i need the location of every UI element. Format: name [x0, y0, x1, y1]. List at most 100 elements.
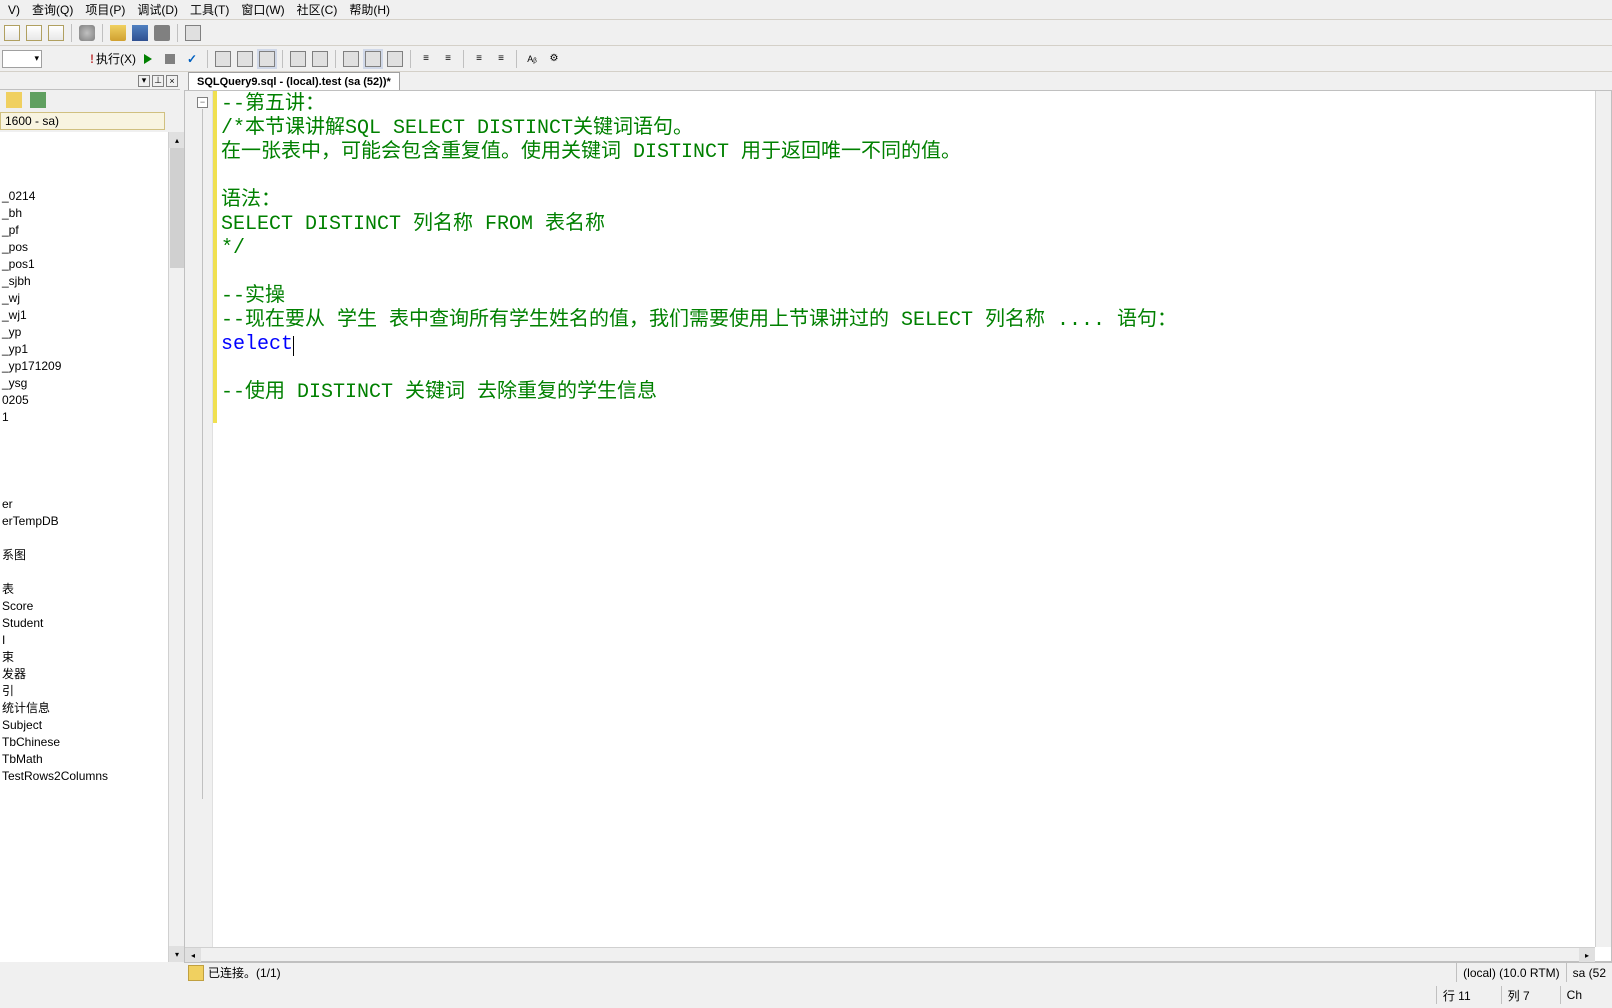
tb-btn-3[interactable] [257, 49, 277, 69]
tree-item[interactable]: Student [0, 615, 168, 632]
new-button-2[interactable] [24, 23, 44, 43]
tree-item[interactable]: _wj [0, 290, 168, 307]
tree-item[interactable]: _pf [0, 222, 168, 239]
save-button[interactable] [130, 23, 150, 43]
menu-item-community[interactable]: 社区(C) [291, 0, 344, 20]
database-icon [79, 25, 95, 41]
tree-item[interactable]: _pos [0, 239, 168, 256]
tree-item[interactable]: _yp [0, 324, 168, 341]
connect-button[interactable] [4, 90, 24, 110]
menu-item-project[interactable]: 项目(P) [79, 0, 131, 20]
separator [71, 24, 72, 42]
menu-item-window[interactable]: 窗口(W) [235, 0, 290, 20]
play-icon [144, 54, 152, 64]
tree-item[interactable]: TbChinese [0, 734, 168, 751]
tb-btn-4[interactable] [288, 49, 308, 69]
parse-button[interactable]: ✓ [182, 49, 202, 69]
menu-item-query[interactable]: 查询(Q) [26, 0, 79, 20]
dropdown-btn[interactable]: ▾ [138, 75, 150, 87]
font-button[interactable]: Aᵦ [522, 49, 542, 69]
tree-item[interactable]: Score [0, 598, 168, 615]
outline-toggle[interactable]: − [197, 97, 208, 108]
editor-h-scrollbar[interactable]: ◂ ▸ [185, 947, 1595, 961]
tree-item[interactable]: 1 [0, 409, 168, 426]
print-button[interactable] [152, 23, 172, 43]
menu-item-tools[interactable]: 工具(T) [184, 0, 235, 20]
code-editor[interactable]: − --第五讲： /*本节课讲解SQL SELECT DISTINCT关键词语句… [184, 90, 1612, 962]
menu-item-help[interactable]: 帮助(H) [343, 0, 396, 20]
tree-item[interactable]: _yp171209 [0, 358, 168, 375]
scroll-down-button[interactable]: ▾ [169, 946, 185, 962]
tree-item[interactable]: _ysg [0, 375, 168, 392]
scroll-thumb[interactable] [170, 148, 184, 268]
options-button[interactable]: ⚙ [544, 49, 564, 69]
database-combo[interactable]: ▾ [2, 50, 42, 68]
code-content[interactable]: --第五讲： /*本节课讲解SQL SELECT DISTINCT关键词语句。 … [221, 93, 1595, 947]
tree-item[interactable]: 系图 [0, 547, 168, 564]
tree-item[interactable]: 引 [0, 683, 168, 700]
menu-item-v[interactable]: V) [2, 1, 26, 19]
status-ch: Ch [1560, 986, 1612, 1004]
table-button[interactable] [183, 23, 203, 43]
indent-button[interactable]: ≡ [438, 49, 458, 69]
tree-item[interactable]: _0214 [0, 188, 168, 205]
scroll-right-button[interactable]: ▸ [1579, 948, 1595, 962]
new-query-button[interactable] [2, 23, 22, 43]
separator [282, 50, 283, 68]
check-icon: ✓ [187, 52, 197, 66]
tree-item[interactable]: 发器 [0, 666, 168, 683]
open-button[interactable] [108, 23, 128, 43]
tree-item[interactable]: 表 [0, 581, 168, 598]
refresh-button[interactable] [28, 90, 48, 110]
tree-item[interactable]: erTempDB [0, 513, 168, 530]
tree-scrollbar[interactable]: ▴ ▾ [168, 132, 184, 962]
scroll-up-button[interactable]: ▴ [169, 132, 185, 148]
new-icon [26, 25, 42, 41]
new-button-3[interactable] [46, 23, 66, 43]
tb-btn-5[interactable] [310, 49, 330, 69]
pin-btn[interactable]: ⊥ [152, 75, 164, 87]
tree-item[interactable]: 统计信息 [0, 700, 168, 717]
editor-tab[interactable]: SQLQuery9.sql - (local).test (sa (52))* [188, 72, 400, 90]
tb-btn-8[interactable] [385, 49, 405, 69]
uncomment-button[interactable]: ≡ [491, 49, 511, 69]
comment-icon: ≡ [476, 53, 482, 64]
tree-item[interactable]: _bh [0, 205, 168, 222]
connection-label: 1600 - sa) [0, 112, 165, 130]
tree-item[interactable]: _yp1 [0, 341, 168, 358]
tree-item[interactable]: 0205 [0, 392, 168, 409]
editor-v-scrollbar[interactable] [1595, 91, 1611, 947]
debug-run-button[interactable] [138, 49, 158, 69]
tree-item[interactable]: er [0, 496, 168, 513]
execute-label: 执行(X) [96, 50, 136, 67]
code-line: --第五讲： [221, 93, 325, 116]
tree-item[interactable]: TestRows2Columns [0, 768, 168, 785]
close-btn[interactable]: × [166, 75, 178, 87]
tree-item[interactable]: _sjbh [0, 273, 168, 290]
tree-item[interactable]: TbMath [0, 751, 168, 768]
execute-button[interactable]: ! 执行(X) [90, 50, 136, 67]
tb-btn-2[interactable] [235, 49, 255, 69]
grid-icon [312, 51, 328, 67]
tb-btn-7[interactable] [363, 49, 383, 69]
tb-btn-1[interactable] [213, 49, 233, 69]
new-icon [4, 25, 20, 41]
outdent-button[interactable]: ≡ [416, 49, 436, 69]
tree-item[interactable]: I [0, 632, 168, 649]
tree-item[interactable]: _pos1 [0, 256, 168, 273]
toolbar-sql: ▾ ! 执行(X) ✓ ≡ ≡ ≡ ≡ Aᵦ ⚙ [0, 46, 1612, 72]
comment-button[interactable]: ≡ [469, 49, 489, 69]
status-connected: 已连接。(1/1) [208, 964, 1456, 981]
tree-item[interactable]: Subject [0, 717, 168, 734]
tb-btn-6[interactable] [341, 49, 361, 69]
db-button[interactable] [77, 23, 97, 43]
code-line: select [221, 333, 293, 356]
tree-item[interactable]: 束 [0, 649, 168, 666]
scroll-left-button[interactable]: ◂ [185, 948, 201, 962]
tree-item[interactable]: _wj1 [0, 307, 168, 324]
separator [410, 50, 411, 68]
status-col: 列 7 [1501, 986, 1560, 1004]
menu-item-debug[interactable]: 调试(D) [131, 0, 184, 20]
object-explorer-tree[interactable]: _0214 _bh _pf _pos _pos1 _sjbh _wj _wj1 … [0, 132, 168, 962]
stop-button[interactable] [160, 49, 180, 69]
